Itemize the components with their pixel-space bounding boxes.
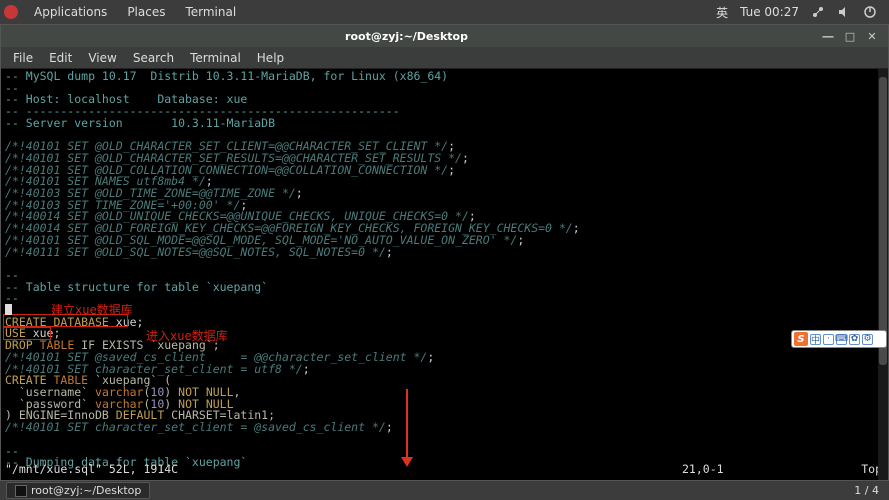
menu-help[interactable]: Help <box>249 51 292 65</box>
annotation-box-use-db <box>3 327 51 340</box>
menu-applications[interactable]: Applications <box>24 5 117 19</box>
annotation-arrow-icon <box>406 389 408 459</box>
ime-indicator[interactable]: 英 <box>716 4 728 21</box>
ime-chip-3[interactable]: ⌨ <box>836 334 847 345</box>
menu-search[interactable]: Search <box>125 51 182 65</box>
ime-chip-4[interactable]: ✿ <box>849 334 860 345</box>
taskbar-item-label: root@zyj:~/Desktop <box>31 484 141 497</box>
menu-terminal-sub[interactable]: Terminal <box>182 51 249 65</box>
network-icon[interactable] <box>811 5 825 19</box>
ime-lang-chip[interactable]: 中 <box>810 334 821 345</box>
ime-chip-5[interactable]: ⚙ <box>862 334 873 345</box>
workspace-indicator[interactable]: 1 / 4 <box>848 484 885 497</box>
ime-toolbar[interactable]: S 中 · ⌨ ✿ ⚙ <box>791 330 887 348</box>
window-titlebar[interactable]: root@zyj:~/Desktop ― □ ✕ <box>1 25 888 47</box>
scrollbar[interactable] <box>878 69 888 480</box>
terminal-text[interactable]: -- MySQL dump 10.17 Distrib 10.3.11-Mari… <box>5 71 580 469</box>
power-icon[interactable] <box>863 5 877 19</box>
scrollbar-thumb[interactable] <box>879 77 887 365</box>
menu-file[interactable]: File <box>5 51 41 65</box>
menu-terminal[interactable]: Terminal <box>175 5 246 19</box>
window-menubar: File Edit View Search Terminal Help <box>1 47 888 69</box>
maximize-button[interactable]: □ <box>844 30 856 42</box>
menu-edit[interactable]: Edit <box>41 51 80 65</box>
bottom-taskbar: root@zyj:~/Desktop 1 / 4 <box>0 481 889 500</box>
terminal-icon <box>15 485 27 497</box>
close-button[interactable]: ✕ <box>866 30 878 42</box>
menu-places[interactable]: Places <box>117 5 175 19</box>
distro-logo-icon[interactable] <box>4 5 18 19</box>
vim-cursor <box>5 304 12 315</box>
menu-view[interactable]: View <box>80 51 124 65</box>
status-scroll: Top <box>822 462 882 476</box>
ime-chip-2[interactable]: · <box>823 334 834 345</box>
annotation-label-2: 进入xue数据库 <box>146 327 228 344</box>
taskbar-item-terminal[interactable]: root@zyj:~/Desktop <box>6 482 150 499</box>
top-panel: Applications Places Terminal 英 Tue 00:27 <box>0 0 889 24</box>
window-title: root@zyj:~/Desktop <box>1 30 812 43</box>
terminal-viewport[interactable]: -- MySQL dump 10.17 Distrib 10.3.11-Mari… <box>1 69 888 480</box>
annotation-label-1: 建立xue数据库 <box>51 301 133 318</box>
system-tray: 英 Tue 00:27 <box>716 4 885 21</box>
volume-icon[interactable] <box>837 5 851 19</box>
minimize-button[interactable]: ― <box>822 30 834 42</box>
ime-badge-icon[interactable]: S <box>794 332 808 346</box>
clock[interactable]: Tue 00:27 <box>740 5 799 19</box>
status-file: "/mnt/xue.sql" 52L, 1914C <box>5 462 682 476</box>
status-position: 21,0-1 <box>682 462 822 476</box>
vim-status-line: "/mnt/xue.sql" 52L, 1914C 21,0-1 Top <box>5 462 882 476</box>
terminal-window: root@zyj:~/Desktop ― □ ✕ File Edit View … <box>0 24 889 481</box>
